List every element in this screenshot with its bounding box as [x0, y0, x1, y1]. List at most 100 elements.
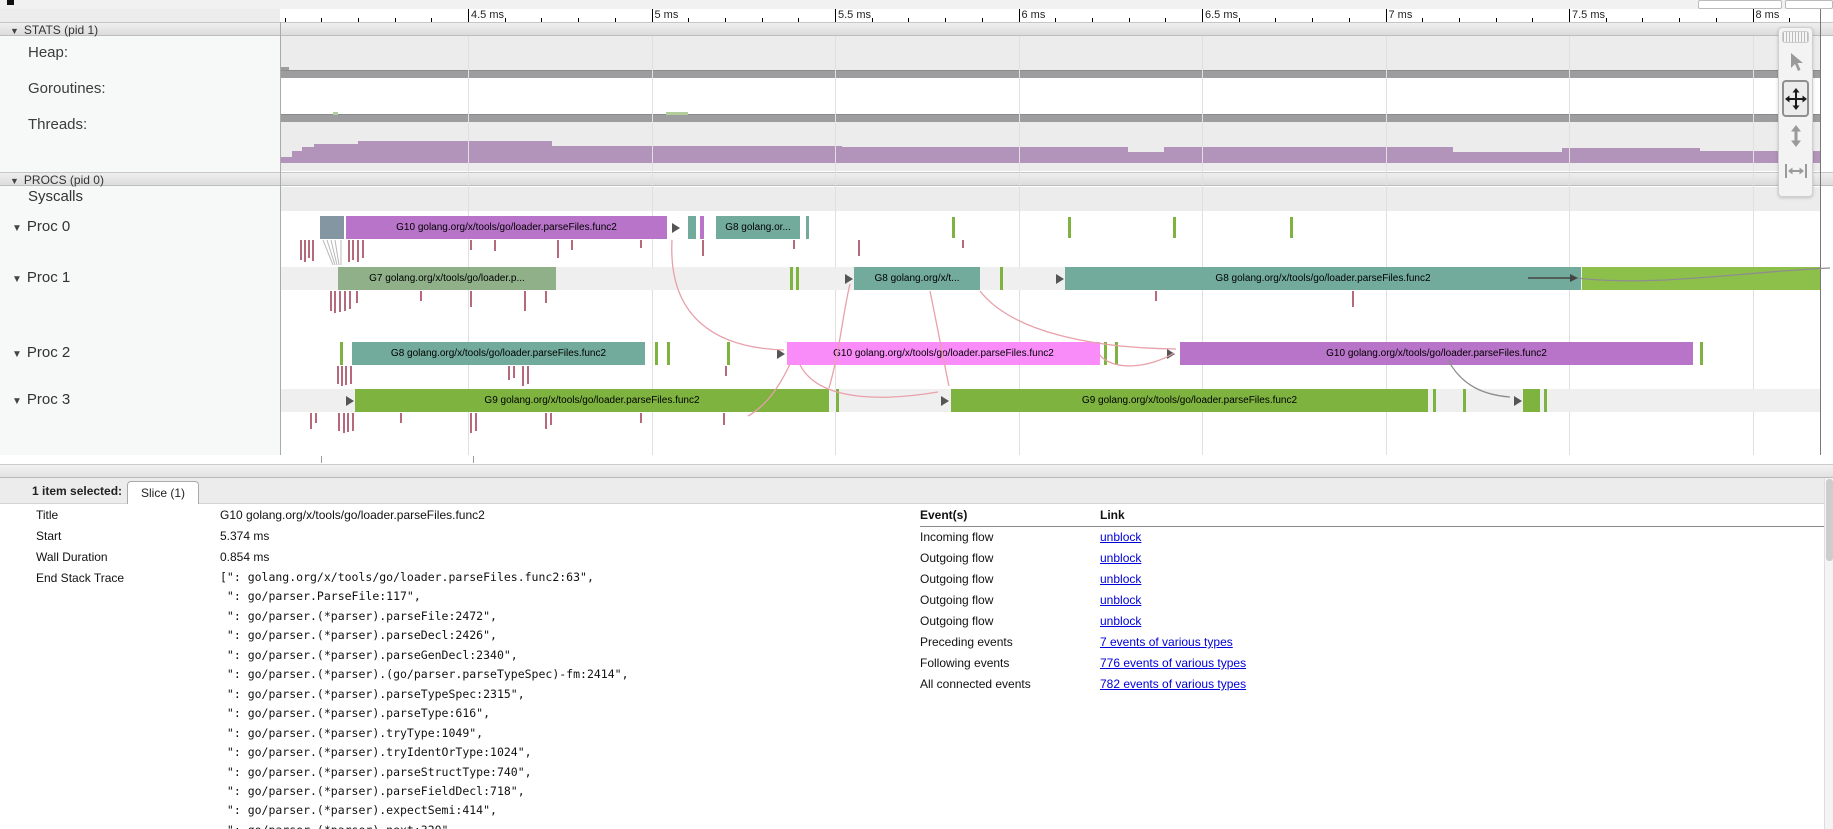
event-link[interactable]: unblock	[1100, 548, 1141, 569]
detail-label: Title	[36, 505, 220, 526]
trace-slice-instant[interactable]	[1173, 217, 1176, 238]
trace-slice-sliver[interactable]	[1700, 342, 1703, 365]
trace-slice-sliver[interactable]	[700, 216, 704, 239]
detail-label: End Stack Trace	[36, 568, 220, 829]
event-link[interactable]: 782 events of various types	[1100, 674, 1246, 695]
section-title: PROCS (pid 0)	[24, 173, 104, 187]
sidebar-item-proc-1[interactable]: ▼ Proc 1	[12, 269, 70, 286]
trace-slice-sliver[interactable]	[1000, 267, 1003, 290]
trace-slice[interactable]: G7 golang.org/x/tools/go/loader.p...	[338, 267, 556, 290]
trace-slice-instant[interactable]	[1290, 217, 1293, 238]
event-link[interactable]: 7 events of various types	[1100, 632, 1233, 653]
syscalls-track[interactable]	[280, 187, 1820, 211]
panel-scrollbar-thumb[interactable]	[1826, 479, 1833, 561]
collapse-arrow-icon[interactable]: ▼	[10, 176, 19, 186]
zoom-tool-button[interactable]	[1782, 119, 1809, 152]
sidebar-item-proc-2[interactable]: ▼Proc 2	[12, 344, 70, 361]
pan-tool-button[interactable]	[1782, 80, 1809, 117]
trace-slice-sliver[interactable]	[1582, 267, 1820, 290]
trace-slice-instant[interactable]	[952, 217, 955, 238]
collapse-arrow-icon[interactable]: ▼	[12, 274, 22, 285]
trace-slice-sliver[interactable]	[1463, 389, 1466, 412]
trace-slice-sliver[interactable]	[688, 216, 696, 239]
events-header-events: Event(s)	[920, 505, 1100, 526]
goroutine-count-speck	[333, 112, 338, 115]
event-link[interactable]: unblock	[1100, 590, 1141, 611]
trace-slice-sliver[interactable]	[340, 342, 343, 365]
detail-value: G10 golang.org/x/tools/go/loader.parseFi…	[220, 505, 485, 526]
panel-scrollbar[interactable]	[1824, 478, 1833, 829]
trace-slice[interactable]: G8 golang.org/x/tools/go/loader.parseFil…	[1065, 267, 1581, 290]
trace-slice[interactable]: G10 golang.org/x/tools/go/loader.parseFi…	[346, 216, 667, 239]
section-header-procs[interactable]: ▼ PROCS (pid 0)	[0, 172, 1833, 186]
trace-slice-sliver[interactable]	[727, 342, 730, 365]
goroutines-track-label: Goroutines:	[28, 80, 106, 97]
sample-tick	[524, 291, 526, 311]
trace-slice-sliver[interactable]	[667, 342, 670, 365]
threads-track[interactable]	[280, 122, 1820, 171]
trace-slice-sliver[interactable]	[806, 216, 809, 239]
trace-slice-sliver[interactable]	[1115, 342, 1118, 365]
sample-tick	[513, 366, 515, 378]
sample-tick	[357, 240, 359, 262]
trace-slice-instant[interactable]	[1068, 217, 1071, 238]
event-link[interactable]: 776 events of various types	[1100, 653, 1246, 674]
sample-tick	[304, 240, 306, 262]
trace-slice-sliver[interactable]	[1433, 389, 1436, 412]
sample-tick	[330, 291, 332, 311]
collapse-arrow-icon[interactable]: ▼	[10, 26, 19, 36]
sidebar-item-proc-0[interactable]: ▼Proc 0	[12, 218, 70, 235]
sample-tick	[640, 413, 642, 423]
timeline-right-edge	[1820, 9, 1821, 455]
selection-tool-button[interactable]	[1782, 45, 1809, 78]
top-right-box	[1698, 0, 1782, 9]
toolbar-drag-handle[interactable]	[1782, 31, 1809, 43]
trace-slice-sliver[interactable]	[655, 342, 658, 365]
trace-slice[interactable]: G8 golang.org/x/tools/go/loader.parseFil…	[352, 342, 645, 365]
timeline-tracks[interactable]: ▼STATS (pid 1)▼PROCS (pid 0)Heap:Gorouti…	[0, 22, 1833, 455]
trace-slice-sliver[interactable]	[1523, 389, 1540, 412]
sample-tick	[352, 413, 354, 431]
sample-tick	[312, 240, 314, 261]
event-link[interactable]: unblock	[1100, 611, 1141, 632]
events-row: Following events776 events of various ty…	[920, 653, 1826, 674]
sample-tick	[315, 413, 317, 423]
events-row: All connected events782 events of variou…	[920, 674, 1826, 695]
collapse-arrow-icon[interactable]: ▼	[12, 396, 22, 407]
sample-tick	[508, 366, 510, 380]
event-link[interactable]: unblock	[1100, 527, 1141, 548]
ruler-major-tick	[835, 9, 836, 22]
trace-slice[interactable]: G9 golang.org/x/tools/go/loader.parseFil…	[951, 389, 1428, 412]
detail-row: TitleG10 golang.org/x/tools/go/loader.pa…	[36, 505, 776, 526]
timing-tool-button[interactable]	[1782, 154, 1809, 187]
time-ruler[interactable]: 4.5 ms5 ms5.5 ms6 ms6.5 ms7 ms7.5 ms8 ms	[280, 9, 1820, 23]
event-type-label: Outgoing flow	[920, 569, 1100, 590]
trace-slice-sliver[interactable]	[790, 267, 793, 290]
sample-tick	[475, 413, 477, 431]
collapse-arrow-icon[interactable]: ▼	[12, 223, 22, 234]
trace-slice-sliver[interactable]	[796, 267, 799, 290]
trace-slice-sliver[interactable]	[836, 389, 839, 412]
trace-slice[interactable]: G10 golang.org/x/tools/go/loader.parseFi…	[787, 342, 1100, 365]
panel-splitter[interactable]	[0, 465, 1833, 478]
ruler-tick-label: 5 ms	[655, 9, 679, 21]
event-type-label: Outgoing flow	[920, 611, 1100, 632]
proc-label: Proc 1	[27, 269, 70, 286]
trace-slice-sliver[interactable]	[1544, 389, 1547, 412]
ruler-tick-label: 7 ms	[1389, 9, 1413, 21]
sidebar-item-proc-3[interactable]: ▼Proc 3	[12, 391, 70, 408]
sample-tick	[347, 413, 349, 432]
tab-slice[interactable]: Slice (1)	[127, 481, 199, 504]
trace-slice[interactable]: G8 golang.or...	[716, 216, 800, 239]
section-header-stats[interactable]: ▼STATS (pid 1)	[0, 22, 1833, 36]
collapse-arrow-icon[interactable]: ▼	[12, 349, 22, 360]
sample-tick	[702, 240, 704, 256]
trace-slice-sliver[interactable]	[1104, 342, 1107, 365]
trace-slice-sliver[interactable]	[320, 216, 344, 239]
flow-arrowhead-icon	[777, 349, 785, 359]
event-link[interactable]: unblock	[1100, 569, 1141, 590]
sample-tick	[522, 366, 524, 386]
trace-slice[interactable]: G10 golang.org/x/tools/go/loader.parseFi…	[1180, 342, 1693, 365]
trace-slice[interactable]: G8 golang.org/x/t...	[854, 267, 980, 290]
trace-slice[interactable]: G9 golang.org/x/tools/go/loader.parseFil…	[355, 389, 829, 412]
